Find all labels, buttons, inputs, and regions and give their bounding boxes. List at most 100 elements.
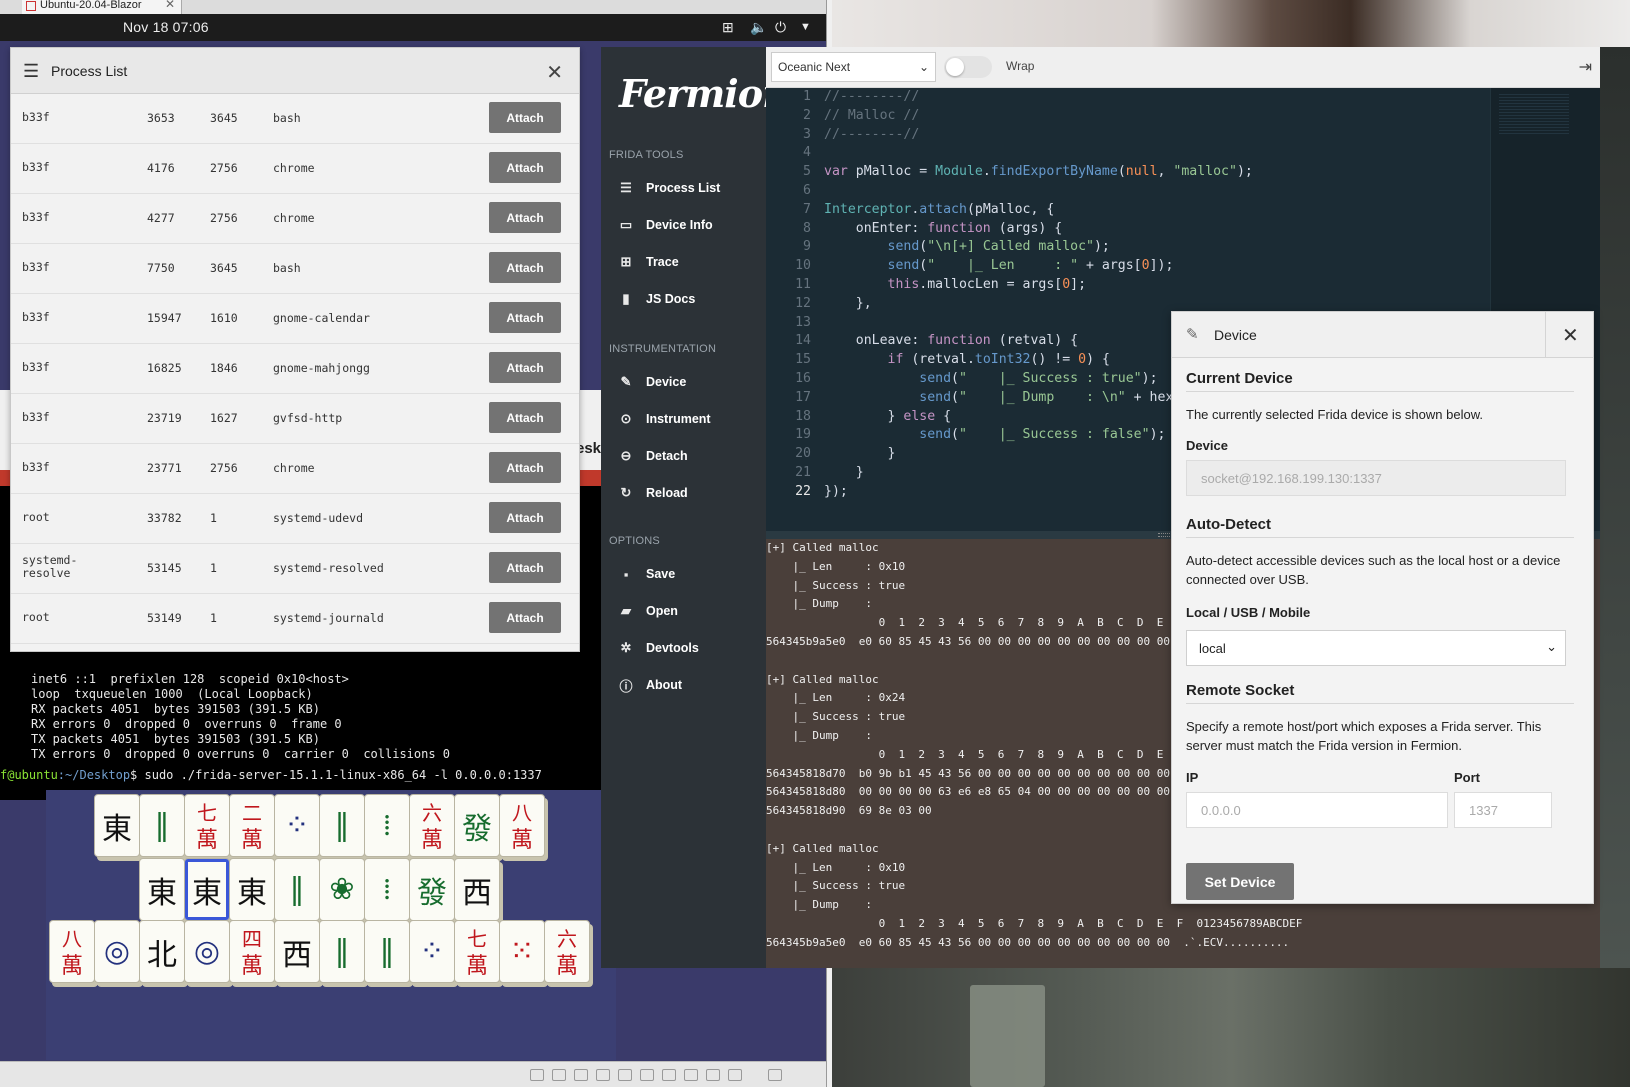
process-pid: 33782 <box>147 511 182 525</box>
mahjong-tile[interactable]: ⁘ <box>274 794 320 857</box>
mahjong-tile[interactable]: ⁞ <box>364 858 410 921</box>
mahjong-tile[interactable]: 東 <box>139 858 185 921</box>
mahjong-tile[interactable]: ‖ <box>364 920 410 983</box>
mahjong-tile[interactable]: 東 <box>94 794 140 857</box>
process-row: b33f 16825 1846 gnome-mahjongg Attach <box>11 344 579 394</box>
mahjong-tile[interactable]: 二萬 <box>229 794 275 857</box>
attach-button[interactable]: Attach <box>489 252 561 283</box>
line-number: 17 <box>795 389 811 405</box>
sidebar-item-open[interactable]: ▰ Open <box>618 600 678 622</box>
status-bar-icon[interactable] <box>728 1069 742 1081</box>
code-line: } <box>824 446 896 462</box>
mahjong-tile[interactable]: ⁘ <box>409 920 455 983</box>
exit-icon[interactable]: ⇥ <box>1579 57 1592 77</box>
mahjong-tile[interactable]: ◎ <box>94 920 140 983</box>
mahjong-tile[interactable]: ◎ <box>184 920 230 983</box>
mahjong-tile[interactable]: ❀ <box>319 858 365 921</box>
attach-button[interactable]: Attach <box>489 202 561 233</box>
mahjong-tile[interactable]: ‖ <box>319 794 365 857</box>
status-bar-icon[interactable] <box>574 1069 588 1081</box>
reload-icon: ↻ <box>620 485 632 500</box>
sidebar-item-process-list[interactable]: ☰ Process List <box>618 177 720 199</box>
mahjong-tile[interactable]: 東 <box>184 858 230 921</box>
mahjong-tile[interactable]: 東 <box>229 858 275 921</box>
sidebar-item-trace[interactable]: ⊞ Trace <box>618 251 679 273</box>
system-menu-chevron-icon[interactable]: ▼ <box>800 21 811 33</box>
network-icon[interactable]: ⊞ <box>722 19 734 36</box>
close-icon[interactable]: ✕ <box>1562 323 1579 348</box>
mahjong-tile[interactable]: 八萬 <box>49 920 95 983</box>
sidebar-item-detach[interactable]: ⊖ Detach <box>618 445 688 467</box>
mahjong-tile[interactable]: ⁙ <box>499 920 545 983</box>
sidebar-item-device-info[interactable]: ▭ Device Info <box>618 214 713 236</box>
status-bar-icon[interactable] <box>530 1069 544 1081</box>
sidebar-item-devtools[interactable]: ✲ Devtools <box>618 637 699 659</box>
sidebar-item-about[interactable]: ⓘ About <box>618 674 682 696</box>
mahjong-tile[interactable]: 四萬 <box>229 920 275 983</box>
attach-button[interactable]: Attach <box>489 552 561 583</box>
ip-placeholder: 0.0.0.0 <box>1201 802 1241 818</box>
mahjong-tile[interactable]: ⁞ <box>364 794 410 857</box>
local-usb-mobile-select[interactable]: local ⌄ <box>1186 630 1566 666</box>
status-bar-icon[interactable] <box>768 1069 782 1081</box>
attach-button[interactable]: Attach <box>489 502 561 533</box>
port-input[interactable]: 1337 <box>1454 792 1552 828</box>
attach-button[interactable]: Attach <box>489 402 561 433</box>
mahjong-tile[interactable]: 西 <box>274 920 320 983</box>
tile-glyph: 萬 <box>60 954 83 979</box>
pencil-icon: ✎ <box>1186 326 1199 343</box>
close-icon[interactable]: ✕ <box>546 60 563 85</box>
attach-button[interactable]: Attach <box>489 152 561 183</box>
status-bar-icon[interactable] <box>662 1069 676 1081</box>
sidebar-item-js-docs[interactable]: ▮ JS Docs <box>618 288 695 310</box>
mahjong-tile[interactable]: 六萬 <box>544 920 590 983</box>
volume-icon[interactable]: 🔈 <box>750 19 767 36</box>
mahjong-tile[interactable]: ‖ <box>319 920 365 983</box>
terminal[interactable]: inet6 ::1 prefixlen 128 scopeid 0x10<hos… <box>0 640 606 800</box>
theme-select[interactable]: Oceanic Next ⌄ <box>771 52 936 82</box>
mahjong-tile[interactable]: 發 <box>454 794 500 857</box>
attach-button[interactable]: Attach <box>489 302 561 333</box>
list-icon: ☰ <box>620 180 632 195</box>
mahjong-tile[interactable]: ‖ <box>139 794 185 857</box>
mahjong-tile[interactable]: ‖ <box>274 858 320 921</box>
mahjong-tile[interactable]: 發 <box>409 858 455 921</box>
sidebar-item-save[interactable]: ▪ Save <box>618 563 676 585</box>
sidebar-item-device[interactable]: ✎ Device <box>618 371 687 393</box>
wrap-toggle[interactable] <box>944 56 992 78</box>
process-pid: 23771 <box>147 461 182 475</box>
status-bar-icon[interactable] <box>618 1069 632 1081</box>
vm-tab-close-icon[interactable]: ✕ <box>165 0 175 10</box>
ip-input[interactable]: 0.0.0.0 <box>1186 792 1448 828</box>
attach-button[interactable]: Attach <box>489 102 561 133</box>
sidebar-section-title: INSTRUMENTATION <box>609 343 717 355</box>
vm-tab[interactable]: Ubuntu-20.04-Blazor ✕ <box>22 0 182 14</box>
mahjong-tile[interactable]: 北 <box>139 920 185 983</box>
process-ppid: 3645 <box>210 261 238 275</box>
device-close-button[interactable]: ✕ <box>1545 312 1593 358</box>
attach-button[interactable]: Attach <box>489 452 561 483</box>
ubuntu-top-bar: Nov 18 07:06 ⊞ 🔈 ⏻ ▼ <box>0 14 832 41</box>
mahjong-tile[interactable]: 西 <box>454 858 500 921</box>
status-bar-icon[interactable] <box>596 1069 610 1081</box>
attach-button[interactable]: Attach <box>489 352 561 383</box>
set-device-button[interactable]: Set Device <box>1186 863 1294 900</box>
status-bar-icon[interactable] <box>552 1069 566 1081</box>
mahjong-tile[interactable]: 七萬 <box>184 794 230 857</box>
mahjong-tile[interactable]: 七萬 <box>454 920 500 983</box>
status-bar-icon[interactable] <box>684 1069 698 1081</box>
line-number: 16 <box>795 371 811 386</box>
mahjong-tile[interactable]: 六萬 <box>409 794 455 857</box>
status-bar-icon[interactable] <box>640 1069 654 1081</box>
process-ppid: 1 <box>210 611 217 625</box>
status-bar-icon[interactable] <box>706 1069 720 1081</box>
power-icon[interactable]: ⏻ <box>775 19 786 36</box>
sidebar-item-label: Open <box>646 604 678 618</box>
attach-button[interactable]: Attach <box>489 602 561 633</box>
wrap-label: Wrap <box>1006 59 1035 73</box>
sidebar-item-reload[interactable]: ↻ Reload <box>618 482 688 504</box>
mahjong-tile[interactable]: 八萬 <box>499 794 545 857</box>
process-name: chrome <box>273 211 315 225</box>
sidebar-item-instrument[interactable]: ⊙ Instrument <box>618 408 711 430</box>
clock[interactable]: Nov 18 07:06 <box>123 19 209 35</box>
